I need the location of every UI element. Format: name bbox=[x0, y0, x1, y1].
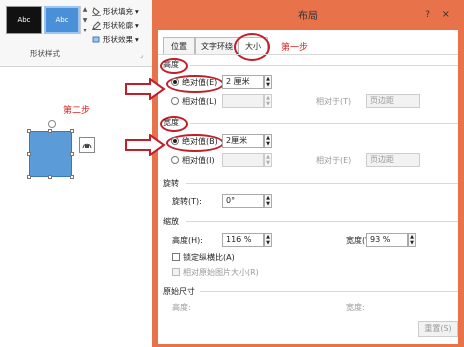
group-label: 形状样式 bbox=[30, 49, 60, 58]
chevron-down-icon: ▾ bbox=[135, 20, 139, 30]
width-relative-label: 相对值(I) bbox=[182, 156, 215, 165]
style-sample-blue[interactable]: Abc bbox=[44, 6, 80, 34]
height-absolute-label: 绝对值(E) bbox=[182, 78, 218, 87]
rotate-label: 旋转(T): bbox=[172, 197, 202, 206]
height-relative-to-select: 页边距 bbox=[366, 94, 420, 108]
shape-outline-button[interactable]: 形状轮廓 ▾ bbox=[92, 19, 139, 31]
tab-divider bbox=[158, 54, 458, 55]
height-relative-input bbox=[222, 94, 264, 108]
step1-annotation: 第一步 bbox=[281, 43, 309, 53]
dialog-launcher-icon[interactable]: ⌟ bbox=[140, 52, 143, 59]
scale-width-input[interactable]: 93 % bbox=[366, 233, 408, 247]
width-absolute-input[interactable]: 2厘米 bbox=[222, 134, 264, 148]
lock-aspect-checkbox[interactable] bbox=[172, 253, 180, 261]
divider bbox=[186, 221, 458, 222]
chevron-down-icon: ▾ bbox=[135, 6, 139, 16]
ribbon-shape-styles: Abc Abc ▲ ▼ ▾ 形状填充 ▾ 形状轮廓 ▾ 形状效果 ▾ 形状样式 ⌟ bbox=[0, 0, 152, 67]
width-relative-to-select: 页边距 bbox=[366, 153, 420, 167]
style-sample-dark[interactable]: Abc bbox=[6, 6, 42, 34]
help-button[interactable]: ? bbox=[425, 10, 430, 20]
pen-icon bbox=[92, 20, 101, 30]
resize-handle[interactable] bbox=[70, 175, 74, 179]
more-icon[interactable]: ▾ bbox=[83, 27, 86, 34]
width-relative-spinner: ▲ ▼ bbox=[264, 153, 272, 167]
shape-fill-button[interactable]: 形状填充 ▾ bbox=[92, 5, 139, 17]
rotate-section-label: 旋转 bbox=[163, 179, 179, 188]
divider bbox=[190, 65, 458, 66]
tab-text-wrapping[interactable]: 文字环绕 bbox=[195, 37, 239, 55]
resize-handle[interactable] bbox=[27, 129, 31, 133]
scale-width-spinner[interactable]: ▲ ▼ bbox=[408, 233, 416, 247]
height-relative-spinner: ▲ ▼ bbox=[264, 94, 272, 108]
width-relative-radio[interactable] bbox=[171, 156, 179, 164]
dialog-title: 布局 bbox=[298, 11, 318, 22]
relative-original-checkbox bbox=[172, 268, 180, 276]
height-section-label: 高度 bbox=[163, 60, 179, 69]
height-relative-label: 相对值(L) bbox=[182, 97, 217, 106]
height-relative-to-label: 相对于(T) bbox=[316, 97, 352, 106]
annotation-arrow bbox=[125, 134, 166, 156]
shape-effects-button[interactable]: 形状效果 ▾ bbox=[92, 33, 139, 45]
layout-options-icon[interactable] bbox=[79, 137, 95, 153]
width-relative-to-label: 相对于(E) bbox=[316, 156, 352, 165]
close-button[interactable]: × bbox=[442, 9, 450, 20]
divider bbox=[190, 123, 458, 124]
resize-handle[interactable] bbox=[70, 152, 74, 156]
paint-bucket-icon bbox=[92, 6, 101, 16]
height-relative-radio[interactable] bbox=[171, 97, 179, 105]
height-absolute-radio[interactable] bbox=[171, 78, 179, 86]
resize-handle[interactable] bbox=[27, 175, 31, 179]
effects-icon bbox=[92, 35, 101, 44]
width-absolute-label: 绝对值(B) bbox=[182, 137, 218, 146]
height-absolute-spinner[interactable]: ▲ ▼ bbox=[264, 75, 272, 89]
tab-position[interactable]: 位置 bbox=[163, 37, 195, 55]
resize-handle[interactable] bbox=[48, 129, 52, 133]
rotation-handle[interactable] bbox=[48, 120, 56, 128]
width-section-label: 宽度 bbox=[163, 118, 179, 127]
gallery-scroll[interactable]: ▲ ▼ ▾ bbox=[80, 6, 89, 34]
resize-handle[interactable] bbox=[70, 129, 74, 133]
rotate-input[interactable]: 0° bbox=[222, 194, 264, 208]
annotation-arrow bbox=[125, 78, 166, 100]
relative-original-label: 相对原始图片大小(R) bbox=[183, 268, 259, 277]
scale-height-label: 高度(H): bbox=[172, 236, 203, 245]
annotation-circle bbox=[234, 33, 270, 61]
selected-shape[interactable] bbox=[29, 131, 72, 177]
width-absolute-radio[interactable] bbox=[171, 137, 179, 145]
scale-height-input[interactable]: 116 % bbox=[222, 233, 264, 247]
original-height-label: 高度: bbox=[172, 303, 191, 312]
resize-handle[interactable] bbox=[48, 175, 52, 179]
rotate-spinner[interactable]: ▲ ▼ bbox=[264, 194, 272, 208]
original-size-section-label: 原始尺寸 bbox=[163, 287, 195, 296]
lock-aspect-label: 锁定纵横比(A) bbox=[183, 253, 235, 262]
scale-section-label: 缩放 bbox=[163, 217, 179, 226]
original-width-label: 宽度: bbox=[346, 303, 365, 312]
reset-button: 重置(S) bbox=[418, 321, 458, 337]
step2-annotation: 第二步 bbox=[63, 106, 91, 116]
height-absolute-input[interactable]: 2 厘米 bbox=[222, 75, 264, 89]
scale-height-spinner[interactable]: ▲ ▼ bbox=[264, 233, 272, 247]
width-relative-input bbox=[222, 153, 264, 167]
chevron-down-icon[interactable]: ▼ bbox=[83, 17, 88, 24]
chevron-down-icon: ▾ bbox=[135, 34, 139, 44]
width-absolute-spinner[interactable]: ▲ ▼ bbox=[264, 134, 272, 148]
resize-handle[interactable] bbox=[27, 152, 31, 156]
divider bbox=[200, 291, 458, 292]
divider bbox=[186, 183, 458, 184]
chevron-up-icon[interactable]: ▲ bbox=[83, 6, 88, 13]
